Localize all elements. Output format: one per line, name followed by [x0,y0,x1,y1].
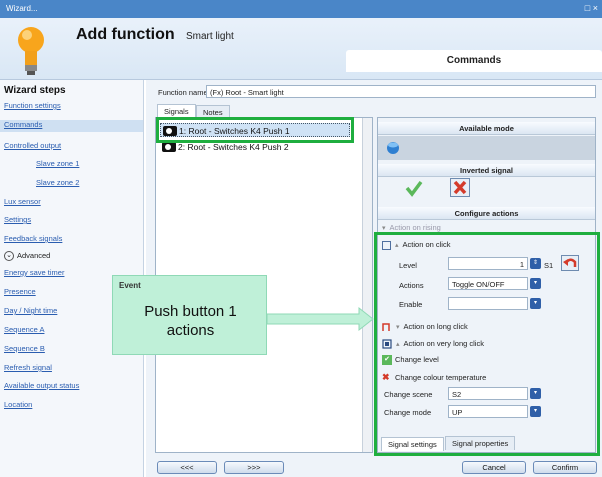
actions-label: Actions [399,281,424,290]
callout-text: Push button 1 actions [113,302,268,340]
level-unit: S1 [544,261,554,270]
sidebar-item-lux-sensor[interactable]: Lux sensor [4,197,41,206]
tab-commands[interactable]: Commands [346,50,602,72]
enable-label: Enable [399,300,423,309]
sidebar-item-commands[interactable]: Commands [0,120,143,132]
window-titlebar: Wizard... □ × [0,0,602,18]
mode-bar [378,136,595,160]
sidebar-item-feedback-signals[interactable]: Feedback signals [4,234,62,243]
sidebar-item-function-settings[interactable]: Function settings [4,101,61,110]
inverted-signal-header: Inverted signal [378,164,595,177]
chevron-up-icon: ▴ [396,341,400,348]
available-mode-header: Available mode [378,122,595,135]
level-spinner[interactable]: ⇕ [530,258,541,269]
sidebar-advanced-toggle[interactable]: ⌄ Advanced [4,251,51,262]
x-icon [453,180,467,195]
chevron-down-icon: ⌄ [4,251,14,262]
checkmark-icon[interactable] [405,179,423,197]
sidebar-item-settings[interactable]: Settings [4,215,31,224]
confirm-button[interactable]: Confirm [533,461,597,474]
pushbutton-mode-icon[interactable] [385,139,401,155]
callout-tag: Event [119,281,141,290]
sidebar-item-presence[interactable]: Presence [4,287,36,296]
sidebar-item-location[interactable]: Location [4,400,32,409]
action-on-click-label: Action on click [402,240,451,249]
level-input[interactable]: 1 [448,257,528,270]
inverted-false-button[interactable] [450,178,470,197]
callout-line-2: actions [166,322,215,339]
window-title: Wizard... [6,4,38,13]
chevron-icon: ▾ [396,324,400,331]
action-on-rising-label: Action on rising [389,223,441,232]
action-on-rising-row[interactable]: ▾ Action on rising [382,223,441,232]
page-subtitle: Smart light [186,31,234,42]
change-scene-select[interactable]: S2 [448,387,528,400]
sidebar-item-controlled-output[interactable]: Controlled output [4,141,61,150]
action-on-very-long-click-row[interactable]: ▴ Action on very long click [382,339,484,349]
prev-button[interactable]: <<< [157,461,217,474]
level-label: Level [399,261,417,270]
sidebar-item-energy-save-timer[interactable]: Energy save timer [4,268,64,277]
pushbutton-icon [162,142,176,152]
page-title: Add function [76,26,175,43]
configure-actions-header: Configure actions [378,207,595,220]
sidebar-item-sequence-b[interactable]: Sequence B [4,344,45,353]
signal-label: 2: Root - Switches K4 Push 2 [178,142,289,152]
change-scene-dropdown-icon[interactable]: ▾ [530,388,541,399]
sidebar-item-slave-zone-1[interactable]: Slave zone 1 [36,159,79,168]
sidebar-heading: Wizard steps [4,85,66,96]
very-long-pulse-icon [382,339,392,349]
enable-select[interactable] [448,297,528,310]
long-pulse-icon [382,323,390,332]
event-callout: Event Push button 1 actions [112,275,267,355]
signal-1-highlight [156,117,354,143]
next-button[interactable]: >>> [224,461,284,474]
enable-dropdown-icon[interactable]: ▾ [530,298,541,309]
action-on-click-row[interactable]: ▴ Action on click [382,240,450,250]
chevron-up-icon: ▴ [395,242,399,249]
change-colour-temperature-label: Change colour temperature [395,373,487,382]
undo-icon [563,258,577,267]
action-on-very-long-click-label: Action on very long click [403,339,484,348]
function-name-label: Function name: [158,88,210,97]
sidebar-item-slave-zone-2[interactable]: Slave zone 2 [36,178,79,187]
cancel-button[interactable]: Cancel [462,461,526,474]
signals-scrollbar[interactable] [362,118,372,452]
callout-arrow [267,306,374,332]
x-icon[interactable]: ✖ [382,372,392,383]
change-scene-label: Change scene [384,390,433,399]
window-controls[interactable]: □ × [585,3,598,13]
sidebar-item-refresh-signal[interactable]: Refresh signal [4,363,52,372]
action-on-long-click-row[interactable]: ▾ Action on long click [382,322,468,332]
actions-select[interactable]: Toggle ON/OFF [448,277,528,290]
sidebar-advanced-label: Advanced [17,251,51,260]
change-colour-temperature-row[interactable]: ✖ Change colour temperature [382,372,486,383]
check-icon[interactable]: ✔ [382,355,392,366]
action-on-long-click-label: Action on long click [403,322,468,331]
sidebar-item-sequence-a[interactable]: Sequence A [4,325,44,334]
chevron-icon: ▾ [382,225,386,232]
tab-signal-settings[interactable]: Signal settings [381,437,444,451]
function-name-field[interactable]: (Fx) Root - Smart light [206,85,596,98]
sidebar-item-day-night-time[interactable]: Day / Night time [4,306,57,315]
callout-line-1: Push button 1 [144,303,237,320]
change-level-row[interactable]: ✔ Change level [382,355,439,366]
change-level-label: Change level [395,355,439,364]
sidebar-item-available-output-status[interactable]: Available output status [4,381,79,390]
change-mode-dropdown-icon[interactable]: ▾ [530,406,541,417]
lightbulb-icon [18,27,44,75]
checkbox[interactable] [382,240,391,250]
reset-button[interactable] [561,255,579,271]
change-mode-label: Change mode [384,408,432,417]
tab-signals[interactable]: Signals [157,104,196,118]
tab-signal-properties[interactable]: Signal properties [445,436,516,450]
change-mode-select[interactable]: UP [448,405,528,418]
actions-dropdown-icon[interactable]: ▾ [530,278,541,289]
